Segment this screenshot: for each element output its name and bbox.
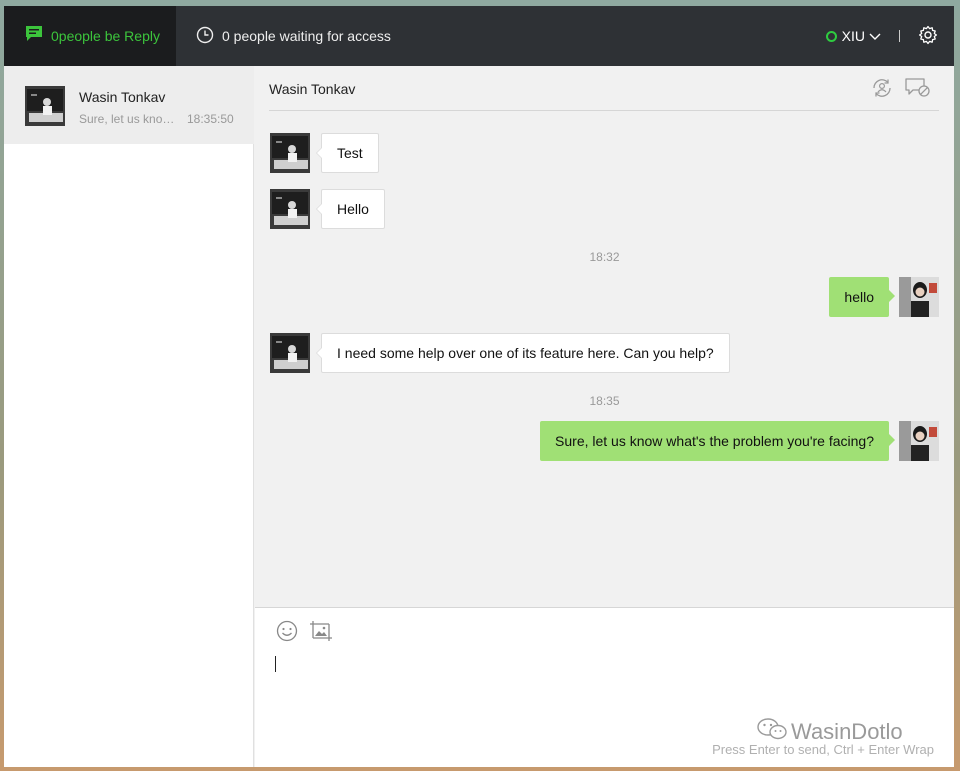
- online-status-icon: [825, 30, 837, 42]
- reply-count-label: 0people be Reply: [51, 28, 160, 44]
- incoming-message: Hello: [270, 189, 385, 229]
- avatar: [270, 133, 310, 173]
- chat-panel: Wasin Tonkav Test Hello 18:32 hello I ne…: [255, 66, 954, 607]
- message-timestamp: 18:35: [589, 394, 620, 408]
- user-name[interactable]: XIU: [842, 28, 865, 44]
- clock-icon: [196, 26, 214, 47]
- message-timestamp: 18:32: [589, 250, 620, 264]
- incoming-message: I need some help over one of its feature…: [270, 333, 730, 373]
- image-icon[interactable]: [309, 620, 333, 647]
- message-bubble[interactable]: Sure, let us know what's the problem you…: [540, 421, 895, 461]
- avatar: [270, 333, 310, 373]
- chat-icon: [25, 25, 43, 47]
- conversation-preview: Sure, let us know what's the problem you…: [79, 112, 179, 126]
- composer[interactable]: WasinDotlo Press Enter to send, Ctrl + E…: [255, 607, 954, 767]
- outgoing-message: Sure, let us know what's the problem you…: [540, 421, 939, 461]
- message-bubble[interactable]: Hello: [316, 189, 385, 229]
- chat-header: Wasin Tonkav: [269, 66, 939, 111]
- divider: [899, 30, 900, 42]
- conversation-name: Wasin Tonkav: [79, 89, 166, 105]
- avatar: [25, 86, 65, 126]
- avatar: [270, 189, 310, 229]
- message-bubble[interactable]: hello: [829, 277, 895, 317]
- text-cursor: [275, 656, 276, 672]
- conversation-item[interactable]: Wasin Tonkav Sure, let us know what's th…: [4, 66, 254, 144]
- gear-icon[interactable]: [918, 25, 938, 48]
- message-bubble[interactable]: I need some help over one of its feature…: [316, 333, 730, 373]
- waiting-queue[interactable]: 0 people waiting for access: [196, 6, 391, 66]
- conversation-sidebar: Wasin Tonkav Sure, let us know what's th…: [4, 66, 254, 767]
- app-window: 0people be Reply 0 people waiting for ac…: [4, 6, 954, 767]
- outgoing-message: hello: [829, 277, 939, 317]
- reply-tab[interactable]: 0people be Reply: [4, 6, 176, 66]
- waiting-label: 0 people waiting for access: [222, 28, 391, 44]
- transfer-user-icon[interactable]: [871, 77, 893, 104]
- avatar: [899, 421, 939, 461]
- conversation-time: 18:35:50: [187, 112, 234, 126]
- top-bar: 0people be Reply 0 people waiting for ac…: [4, 6, 954, 66]
- incoming-message: Test: [270, 133, 379, 173]
- end-chat-icon[interactable]: [905, 77, 931, 104]
- message-bubble[interactable]: Test: [316, 133, 379, 173]
- avatar: [899, 277, 939, 317]
- chat-title: Wasin Tonkav: [269, 81, 356, 97]
- chevron-down-icon[interactable]: [869, 28, 881, 44]
- user-area: XIU: [825, 6, 938, 66]
- send-hint: Press Enter to send, Ctrl + Enter Wrap: [712, 742, 934, 757]
- emoji-icon[interactable]: [276, 620, 298, 647]
